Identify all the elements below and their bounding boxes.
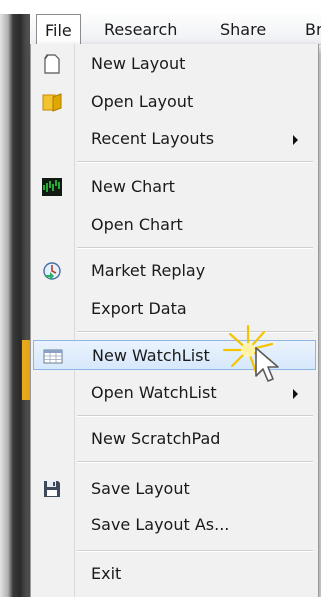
screenshot-stage: File Research Share Br New Layout Open L… [0, 0, 321, 597]
menu-separator [77, 247, 313, 249]
menu-item-label: Save Layout As... [91, 515, 230, 534]
file-menu-dropdown: New Layout Open Layout Recent Layouts Ne… [30, 44, 319, 597]
folder-icon [41, 91, 63, 113]
app-window-accent [22, 340, 30, 400]
menu-item-label: New Chart [91, 177, 175, 196]
menu-item-recent-layouts[interactable]: Recent Layouts [33, 124, 316, 154]
menu-item-market-replay[interactable]: Market Replay [33, 256, 316, 286]
menu-item-save-layout[interactable]: Save Layout [33, 474, 316, 504]
blank-page-icon [41, 53, 63, 75]
menu-item-label: Save Layout [91, 479, 190, 498]
menu-item-export-data[interactable]: Export Data [33, 294, 316, 324]
menu-bar: File Research Share Br [30, 14, 321, 45]
watchlist-icon [42, 345, 64, 367]
menu-br[interactable]: Br [305, 14, 321, 44]
menu-item-new-scratchpad[interactable]: New ScratchPad [33, 424, 316, 454]
floppy-disk-icon [41, 478, 63, 500]
menu-separator [77, 331, 313, 333]
menu-item-label: New ScratchPad [91, 429, 221, 448]
menu-item-open-chart[interactable]: Open Chart [33, 210, 316, 240]
menu-item-label: New WatchList [92, 346, 210, 365]
menu-item-label: Open Chart [91, 215, 183, 234]
menu-item-label: Open WatchList [91, 383, 217, 402]
menu-research[interactable]: Research [104, 14, 177, 44]
menu-separator [77, 415, 313, 417]
menu-item-new-chart[interactable]: New Chart [33, 172, 316, 202]
menu-item-new-layout[interactable]: New Layout [33, 49, 316, 79]
menu-share[interactable]: Share [220, 14, 266, 44]
menu-item-label: Exit [91, 564, 122, 583]
market-replay-icon [41, 260, 63, 282]
menu-item-label: Market Replay [91, 261, 206, 280]
menu-item-label: Recent Layouts [91, 129, 215, 148]
menu-item-open-layout[interactable]: Open Layout [33, 87, 316, 117]
menu-separator [77, 550, 313, 552]
menu-separator [77, 461, 313, 463]
chart-icon [41, 176, 63, 198]
menu-item-exit[interactable]: Exit [33, 559, 316, 589]
menu-separator [77, 161, 313, 163]
menu-item-label: Export Data [91, 299, 187, 318]
menu-item-save-layout-as[interactable]: Save Layout As... [33, 510, 316, 540]
menu-item-label: New Layout [91, 54, 186, 73]
app-window-edge [0, 14, 32, 597]
submenu-arrow-icon [293, 135, 298, 145]
menu-item-label: Open Layout [91, 92, 194, 111]
submenu-arrow-icon [293, 389, 298, 399]
menu-file[interactable]: File [36, 14, 81, 44]
mouse-pointer-icon [255, 347, 279, 382]
